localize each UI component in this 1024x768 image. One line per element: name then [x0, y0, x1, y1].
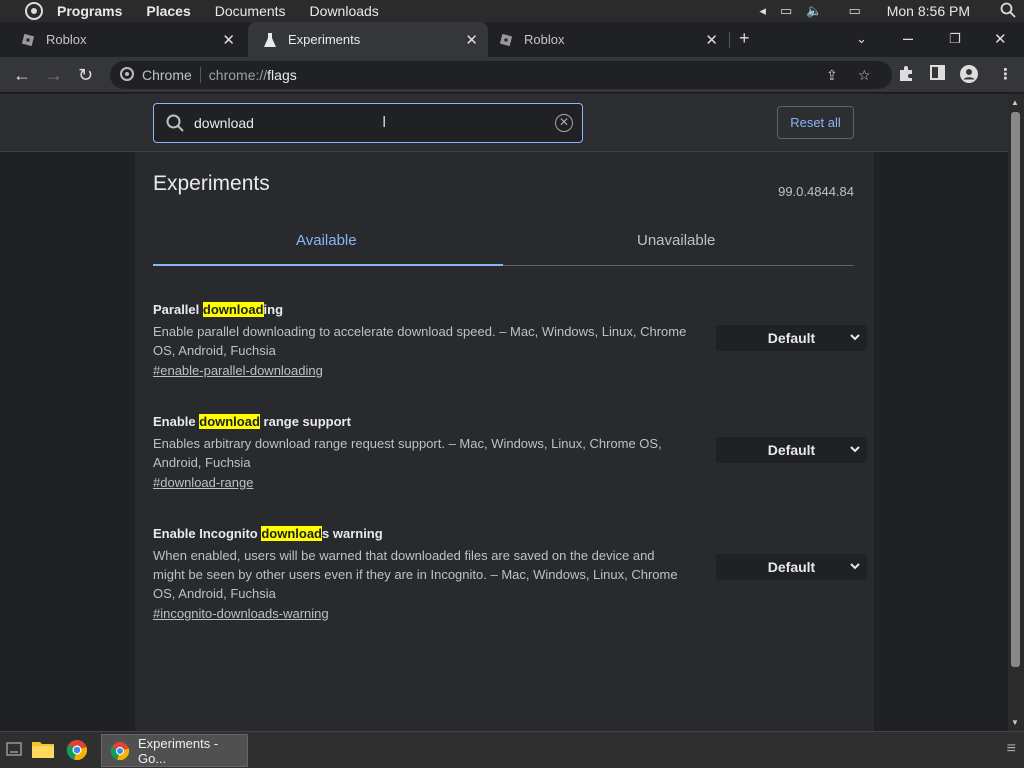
availability-tabs: Available Unavailable: [153, 222, 854, 266]
tray-arrow-icon[interactable]: ◂: [759, 3, 766, 19]
flag-anchor-link[interactable]: #download-range: [153, 475, 854, 490]
network-icon[interactable]: ▭: [780, 3, 792, 19]
chrome-site-icon[interactable]: [120, 67, 134, 84]
flag-description: When enabled, users will be warned that …: [153, 548, 678, 601]
back-button[interactable]: ←: [13, 65, 31, 86]
flag-description: Enables arbitrary download range request…: [153, 436, 662, 470]
version-label: 99.0.4844.84: [778, 184, 854, 199]
scrollbar-thumb[interactable]: [1011, 112, 1020, 667]
menu-documents[interactable]: Documents: [215, 3, 286, 19]
select-value: Default: [767, 559, 816, 575]
flag-name: Enable download range support: [153, 414, 351, 429]
flag-anchor-link[interactable]: #enable-parallel-downloading: [153, 363, 854, 378]
system-tray: ◂ ▭ 🔈 ▭ Mon 8:56 PM: [745, 2, 1016, 21]
chevron-down-icon: [849, 557, 861, 580]
flag-state-select[interactable]: Default: [716, 325, 867, 351]
forward-button[interactable]: →: [45, 65, 63, 86]
menu-places[interactable]: Places: [146, 3, 190, 19]
close-icon[interactable]: ✕: [705, 31, 718, 49]
reload-button[interactable]: ↻: [78, 65, 93, 86]
search-value: download: [194, 115, 254, 131]
menu-programs[interactable]: Programs: [57, 3, 122, 19]
scroll-up-arrow-icon[interactable]: ▲: [1011, 98, 1019, 107]
menu-downloads[interactable]: Downloads: [310, 3, 379, 19]
text-cursor-icon: I: [382, 114, 387, 131]
chrome-icon: [110, 741, 130, 761]
select-value: Default: [767, 330, 816, 346]
page-scrollbar[interactable]: ▲ ▼: [1008, 94, 1024, 731]
volume-icon[interactable]: 🔈: [806, 3, 822, 19]
notification-icon[interactable]: ▭: [848, 3, 860, 19]
flag-state-select[interactable]: Default: [716, 554, 867, 580]
active-tab-indicator: [153, 264, 503, 266]
tab-experiments[interactable]: Experiments ✕: [248, 22, 488, 57]
tab-search-chevron-icon[interactable]: ⌄: [856, 31, 867, 47]
bookmark-star-icon[interactable]: ☆: [858, 67, 871, 84]
omnibox-separator: [199, 67, 201, 83]
browser-toolbar: ← → ↻ Chrome chrome://flags ⇪ ☆ ⋮: [0, 57, 1024, 93]
search-header: download I ✕ Reset all: [0, 94, 1008, 152]
flag-anchor-link[interactable]: #incognito-downloads-warning: [153, 606, 854, 621]
tab-available[interactable]: Available: [296, 232, 357, 249]
os-logo-icon[interactable]: [25, 2, 43, 20]
tab-strip: Roblox ✕ Experiments ✕ Roblox ✕ + ⌄ – ❐ …: [0, 22, 1024, 57]
omnibox[interactable]: Chrome chrome://flags ⇪ ☆: [110, 61, 892, 89]
flask-icon: [262, 32, 278, 48]
close-icon[interactable]: ✕: [465, 31, 478, 49]
chevron-down-icon: [849, 440, 861, 463]
tab-unavailable[interactable]: Unavailable: [637, 232, 715, 249]
file-manager-icon[interactable]: [31, 739, 55, 764]
flag-name: Parallel downloading: [153, 302, 284, 317]
flag-item: Enable download range support Enables ar…: [153, 414, 867, 490]
system-menu: Programs Places Documents Downloads: [57, 3, 403, 19]
flag-state-select[interactable]: Default: [716, 437, 867, 463]
task-label: Experiments - Go...: [138, 735, 219, 766]
tab-label: Experiments: [288, 32, 361, 47]
roblox-favicon-icon: [498, 32, 514, 48]
taskbar-task-chrome[interactable]: Experiments - Go...: [101, 734, 248, 767]
search-icon[interactable]: [1000, 2, 1016, 21]
share-icon[interactable]: ⇪: [826, 67, 838, 84]
tab-label: Roblox: [46, 32, 87, 47]
tab-roblox-2[interactable]: Roblox ✕: [488, 22, 728, 57]
show-desktop-icon[interactable]: [6, 742, 22, 761]
minimize-button[interactable]: –: [903, 28, 913, 49]
search-highlight: download: [261, 526, 323, 541]
system-top-bar: Programs Places Documents Downloads ◂ ▭ …: [0, 0, 1024, 22]
tab-label: Roblox: [524, 32, 565, 47]
restore-button[interactable]: ❐: [949, 31, 961, 47]
flags-page: download I ✕ Reset all Experiments 99.0.…: [0, 94, 1008, 731]
omnibox-url: chrome://flags: [208, 67, 297, 83]
taskbar-menu-icon[interactable]: ≡: [1007, 740, 1016, 758]
flag-search-input[interactable]: download I ✕: [153, 103, 583, 143]
page-title: Experiments: [153, 172, 270, 195]
chevron-down-icon: [849, 328, 861, 351]
clear-search-icon[interactable]: ✕: [555, 114, 573, 132]
window-close-button[interactable]: ✕: [994, 30, 1007, 48]
side-panel-icon[interactable]: [930, 65, 945, 84]
experiments-content: Experiments 99.0.4844.84 Available Unava…: [135, 152, 874, 731]
profile-avatar-icon[interactable]: [960, 65, 978, 87]
taskbar: Experiments - Go... ≡: [0, 731, 1024, 768]
reset-all-button[interactable]: Reset all: [777, 106, 854, 139]
more-menu-icon[interactable]: ⋮: [998, 65, 1013, 83]
flag-item: Parallel downloading Enable parallel dow…: [153, 302, 867, 378]
tab-roblox-1[interactable]: Roblox ✕: [0, 22, 245, 57]
chrome-launcher-icon[interactable]: [66, 739, 88, 766]
search-highlight: download: [199, 414, 260, 429]
tab-separator: [729, 32, 730, 48]
new-tab-button[interactable]: +: [739, 28, 750, 49]
select-value: Default: [767, 442, 816, 458]
clock[interactable]: Mon 8:56 PM: [887, 3, 970, 19]
scroll-down-arrow-icon[interactable]: ▼: [1011, 718, 1019, 727]
extensions-puzzle-icon[interactable]: [898, 65, 914, 85]
search-highlight: download: [202, 302, 264, 317]
omnibox-site-label: Chrome: [142, 67, 192, 83]
flag-item: Enable Incognito downloads warning When …: [153, 526, 867, 621]
flag-description: Enable parallel downloading to accelerat…: [153, 324, 687, 358]
search-icon: [166, 114, 184, 132]
flag-name: Enable Incognito downloads warning: [153, 526, 383, 541]
roblox-favicon-icon: [20, 32, 36, 48]
close-icon[interactable]: ✕: [222, 31, 235, 49]
